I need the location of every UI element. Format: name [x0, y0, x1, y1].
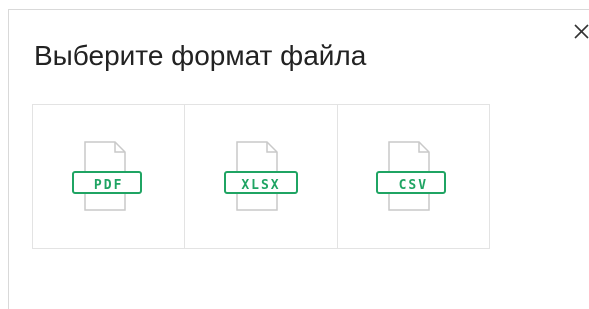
- format-option-pdf[interactable]: PDF: [33, 105, 186, 248]
- file-pdf-icon: [71, 141, 142, 211]
- close-icon: [574, 24, 589, 39]
- close-button[interactable]: [572, 22, 589, 42]
- file-xlsx-icon: [223, 141, 298, 211]
- format-option-csv[interactable]: CSV: [338, 105, 489, 248]
- format-options: PDF XLSX CSV: [32, 104, 490, 249]
- format-option-xlsx[interactable]: XLSX: [185, 105, 338, 248]
- export-format-dialog: Выберите формат файла PDF XLSX CSV: [8, 9, 589, 309]
- dialog-title: Выберите формат файла: [34, 40, 367, 71]
- file-csv-icon: [376, 141, 447, 211]
